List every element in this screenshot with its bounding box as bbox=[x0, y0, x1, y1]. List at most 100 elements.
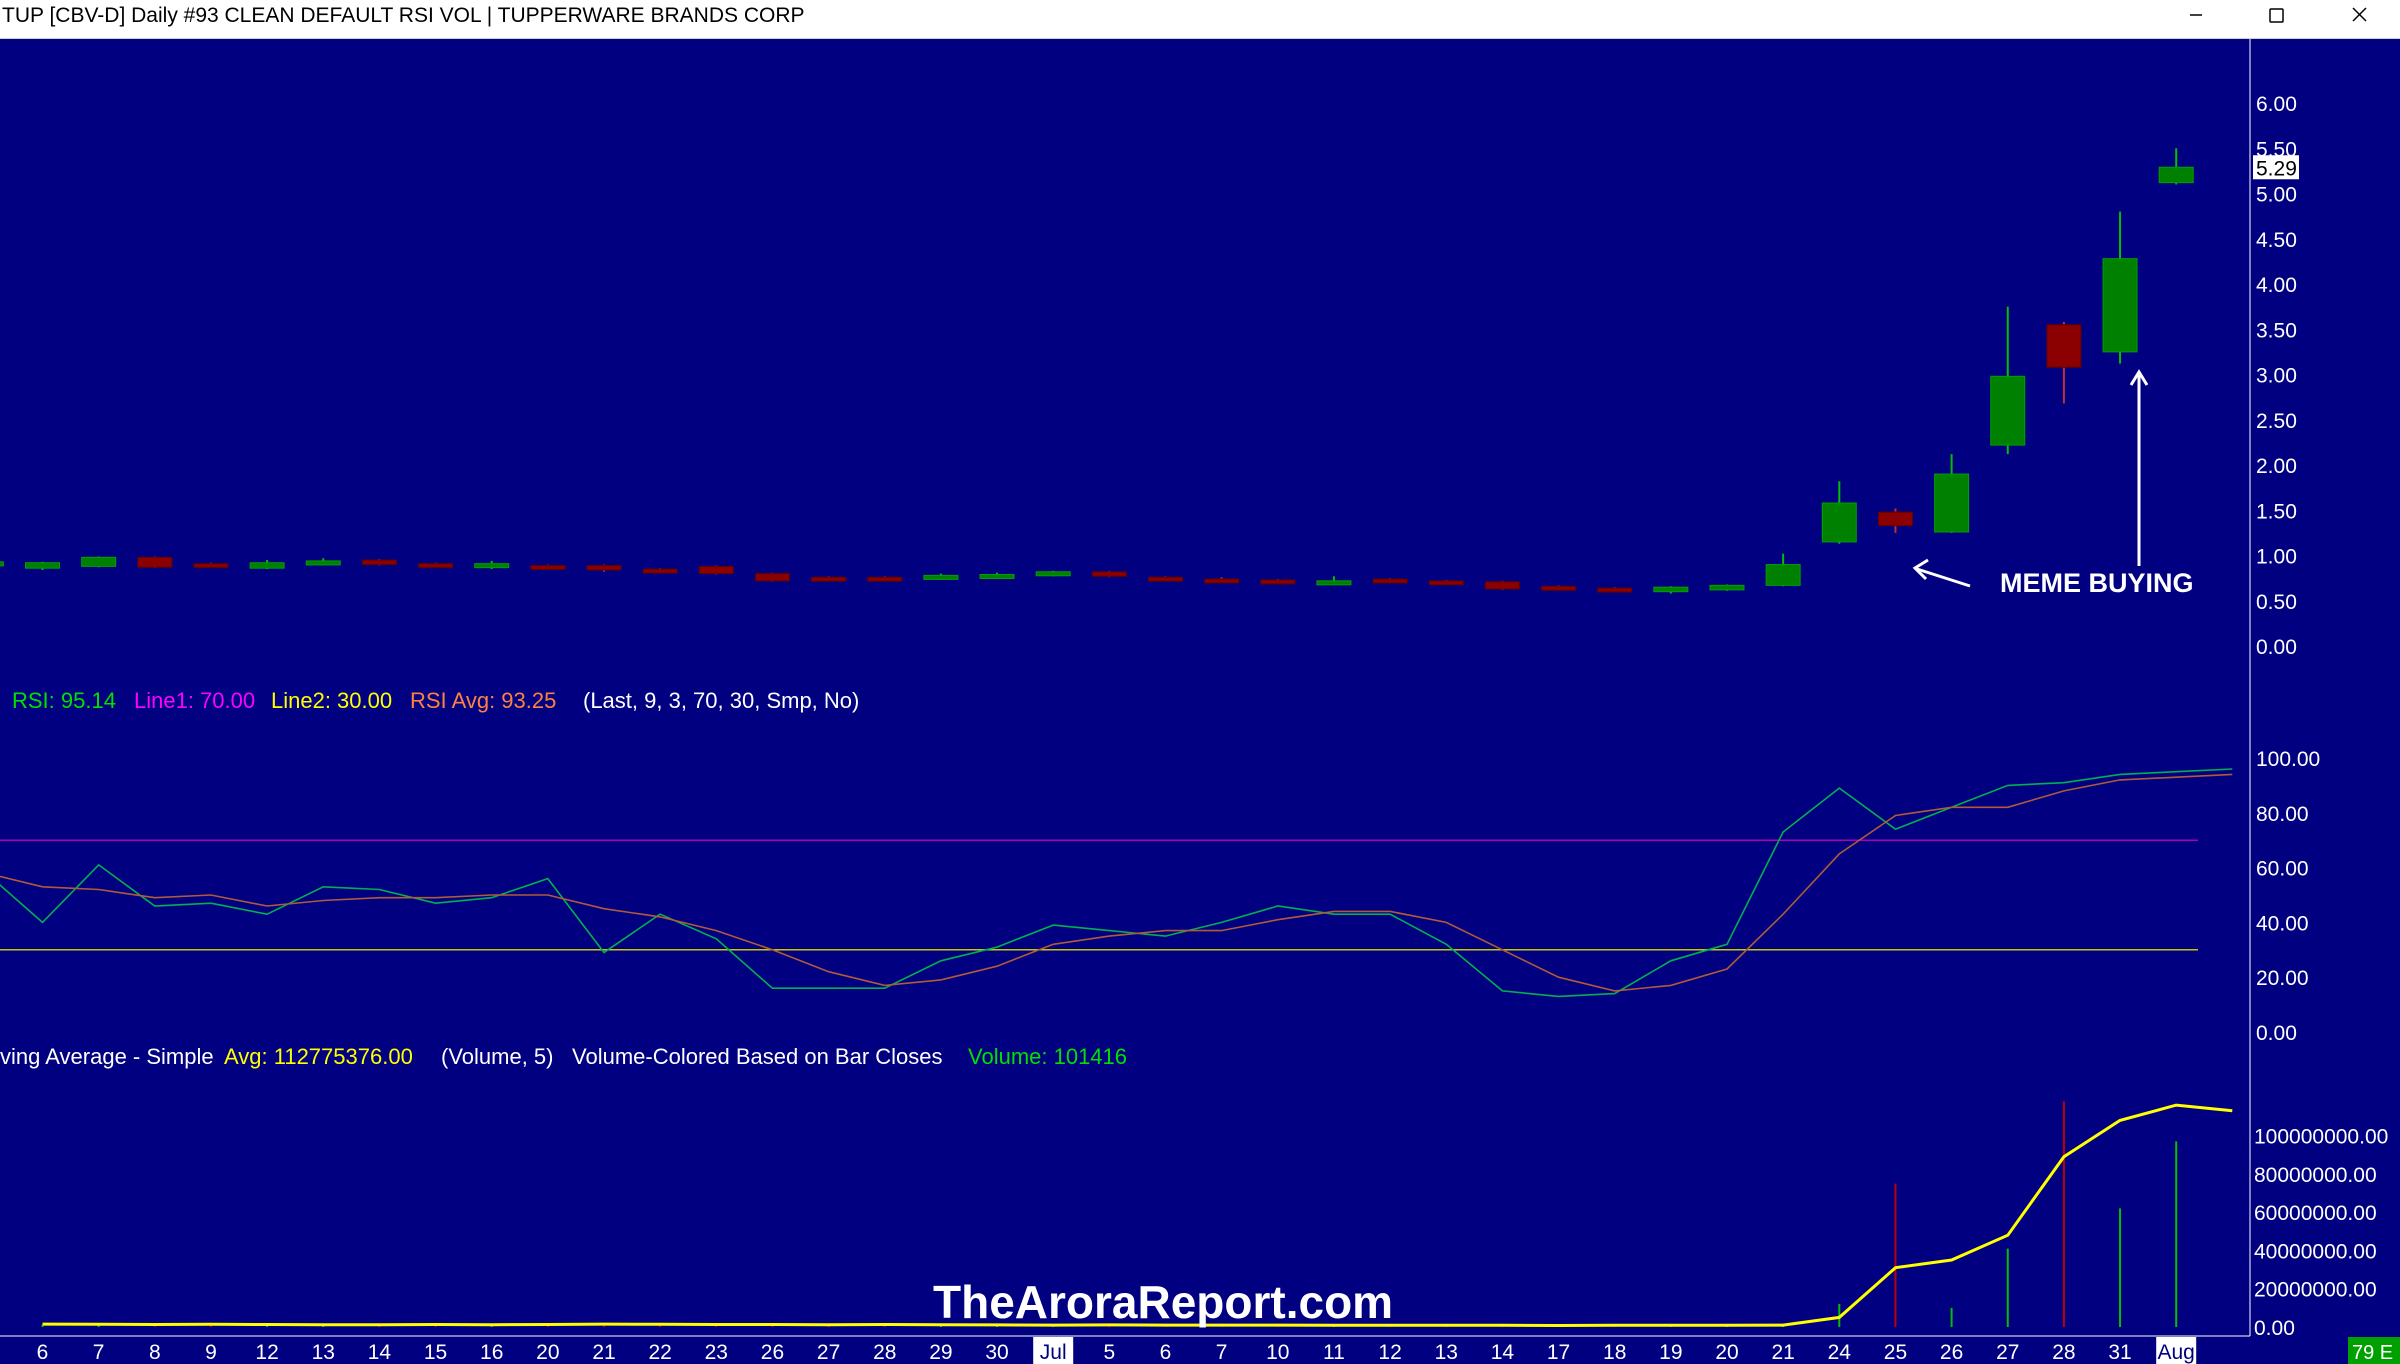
candle bbox=[867, 576, 903, 582]
price-tick-label: 4.50 bbox=[2256, 229, 2297, 252]
date-tick-label: 29 bbox=[929, 1341, 952, 1364]
rsi-line bbox=[0, 768, 2233, 998]
rsi-tick-label: 60.00 bbox=[2256, 858, 2309, 881]
date-tick-label: 12 bbox=[1378, 1341, 1401, 1364]
date-tick-label: 26 bbox=[1940, 1341, 1963, 1364]
candle bbox=[642, 568, 678, 574]
date-tick-label: 13 bbox=[312, 1341, 335, 1364]
volume-legend-name: ving Average - Simple bbox=[0, 1044, 214, 1069]
price-tick-label: 3.50 bbox=[2256, 319, 2297, 342]
candle bbox=[698, 565, 734, 575]
volume-legend-params: (Volume, 5) bbox=[441, 1044, 554, 1069]
candle bbox=[474, 563, 510, 569]
candle bbox=[1821, 502, 1857, 543]
price-tick-label: 0.50 bbox=[2256, 591, 2297, 614]
close-button[interactable] bbox=[2330, 0, 2390, 30]
date-tick-label: 27 bbox=[817, 1341, 840, 1364]
date-tick-label: 25 bbox=[1884, 1341, 1907, 1364]
volume-tick-label: 100000000.00 bbox=[2254, 1126, 2388, 1149]
price-tick-label: 2.00 bbox=[2256, 455, 2297, 478]
minimize-button[interactable] bbox=[2166, 0, 2226, 30]
candle bbox=[1709, 584, 1745, 591]
date-tick-label: 6 bbox=[1160, 1341, 1172, 1364]
volume-legend-note: Volume-Colored Based on Bar Closes bbox=[572, 1044, 943, 1069]
candle bbox=[979, 574, 1015, 580]
rsi-legend-value: RSI: 95.14 bbox=[12, 688, 116, 713]
candle bbox=[193, 563, 229, 569]
candle bbox=[1765, 564, 1801, 586]
date-tick-label: 14 bbox=[1491, 1341, 1515, 1364]
last-price-label: 5.29 bbox=[2256, 157, 2297, 180]
watermark: TheAroraReport.com bbox=[933, 1276, 1393, 1328]
date-tick-label: 11 bbox=[1323, 1341, 1345, 1364]
maximize-button[interactable] bbox=[2246, 0, 2306, 30]
date-tick-label: 8 bbox=[149, 1341, 161, 1364]
candle bbox=[1653, 586, 1689, 593]
date-tick-label: 24 bbox=[1828, 1341, 1852, 1364]
candle bbox=[1148, 576, 1183, 582]
minimize-icon bbox=[2190, 14, 2202, 16]
volume-tick-label: 80000000.00 bbox=[2254, 1164, 2377, 1187]
date-tick-label: 19 bbox=[1659, 1341, 1682, 1364]
date-tick-label: 17 bbox=[1547, 1341, 1570, 1364]
candle bbox=[1541, 585, 1577, 591]
price-tick-label: 5.00 bbox=[2256, 184, 2297, 207]
date-tick-label: 13 bbox=[1435, 1341, 1458, 1364]
candle bbox=[1877, 511, 1913, 527]
date-tick-label: 21 bbox=[1771, 1341, 1794, 1364]
candle bbox=[2158, 166, 2194, 184]
date-tick-label: 14 bbox=[368, 1341, 392, 1364]
price-tick-label: 2.50 bbox=[2256, 410, 2297, 433]
rsi-tick-label: 80.00 bbox=[2256, 803, 2309, 826]
date-tick-label: Aug bbox=[2158, 1341, 2195, 1364]
candle bbox=[0, 561, 4, 567]
rsi-tick-label: 0.00 bbox=[2256, 1022, 2297, 1045]
candle bbox=[1428, 580, 1464, 586]
date-tick-label: 28 bbox=[873, 1341, 896, 1364]
candle bbox=[1091, 571, 1127, 577]
date-tick-label: 26 bbox=[761, 1341, 784, 1364]
status-badge: 79 E bbox=[2352, 1342, 2393, 1364]
candle bbox=[1035, 571, 1071, 577]
date-tick-label: 28 bbox=[2052, 1341, 2075, 1364]
rsi-legend-line1: Line1: 70.00 bbox=[134, 688, 255, 713]
candle bbox=[1316, 580, 1352, 586]
candle bbox=[81, 556, 117, 567]
price-tick-label: 1.00 bbox=[2256, 546, 2297, 569]
chart-area[interactable]: 6.005.505.004.504.003.503.002.502.001.50… bbox=[0, 39, 2400, 1364]
volume-tick-label: 40000000.00 bbox=[2254, 1240, 2377, 1263]
rsi-legend-line2: Line2: 30.00 bbox=[271, 688, 392, 713]
candle bbox=[754, 573, 790, 582]
candle bbox=[530, 564, 566, 570]
candle bbox=[25, 562, 60, 569]
date-tick-label: 27 bbox=[1996, 1341, 2019, 1364]
date-tick-label: 21 bbox=[592, 1341, 615, 1364]
candle bbox=[1990, 375, 2026, 446]
volume-legend-value: Volume: 101416 bbox=[968, 1044, 1127, 1069]
rsi-legend-avg: RSI Avg: 93.25 bbox=[410, 688, 556, 713]
volume-tick-label: 60000000.00 bbox=[2254, 1202, 2377, 1225]
candle bbox=[1204, 578, 1240, 584]
candle bbox=[361, 559, 397, 566]
price-tick-label: 6.00 bbox=[2256, 93, 2297, 116]
date-axis: 6 7 8 9 12 13 14 15 16 20 21 22 23 26 27 28 29 30 Jul 5 6 7 10… bbox=[0, 1335, 2250, 1364]
date-tick-label: 30 bbox=[985, 1341, 1008, 1364]
date-tick-label: 15 bbox=[424, 1341, 447, 1364]
price-tick-label: 3.00 bbox=[2256, 365, 2297, 388]
window-title: TUP [CBV-D] Daily #93 CLEAN DEFAULT RSI … bbox=[2, 4, 805, 27]
annotation-text: MEME BUYING bbox=[2000, 568, 2194, 598]
candle bbox=[1597, 587, 1633, 593]
candle bbox=[1372, 578, 1408, 584]
date-tick-label: 12 bbox=[255, 1341, 278, 1364]
candle bbox=[418, 563, 454, 569]
price-axis: 6.005.505.004.504.003.503.002.502.001.50… bbox=[2249, 39, 2388, 1340]
close-icon bbox=[2352, 7, 2367, 22]
date-tick-label: 7 bbox=[93, 1341, 105, 1364]
volume-tick-label: 0.00 bbox=[2254, 1317, 2295, 1340]
candle bbox=[923, 574, 959, 580]
date-tick-label: 20 bbox=[536, 1341, 559, 1364]
price-tick-label: 4.00 bbox=[2256, 274, 2297, 297]
date-tick-label: 10 bbox=[1266, 1341, 1289, 1364]
candle bbox=[2046, 324, 2082, 368]
date-tick-label: 31 bbox=[2108, 1341, 2131, 1364]
